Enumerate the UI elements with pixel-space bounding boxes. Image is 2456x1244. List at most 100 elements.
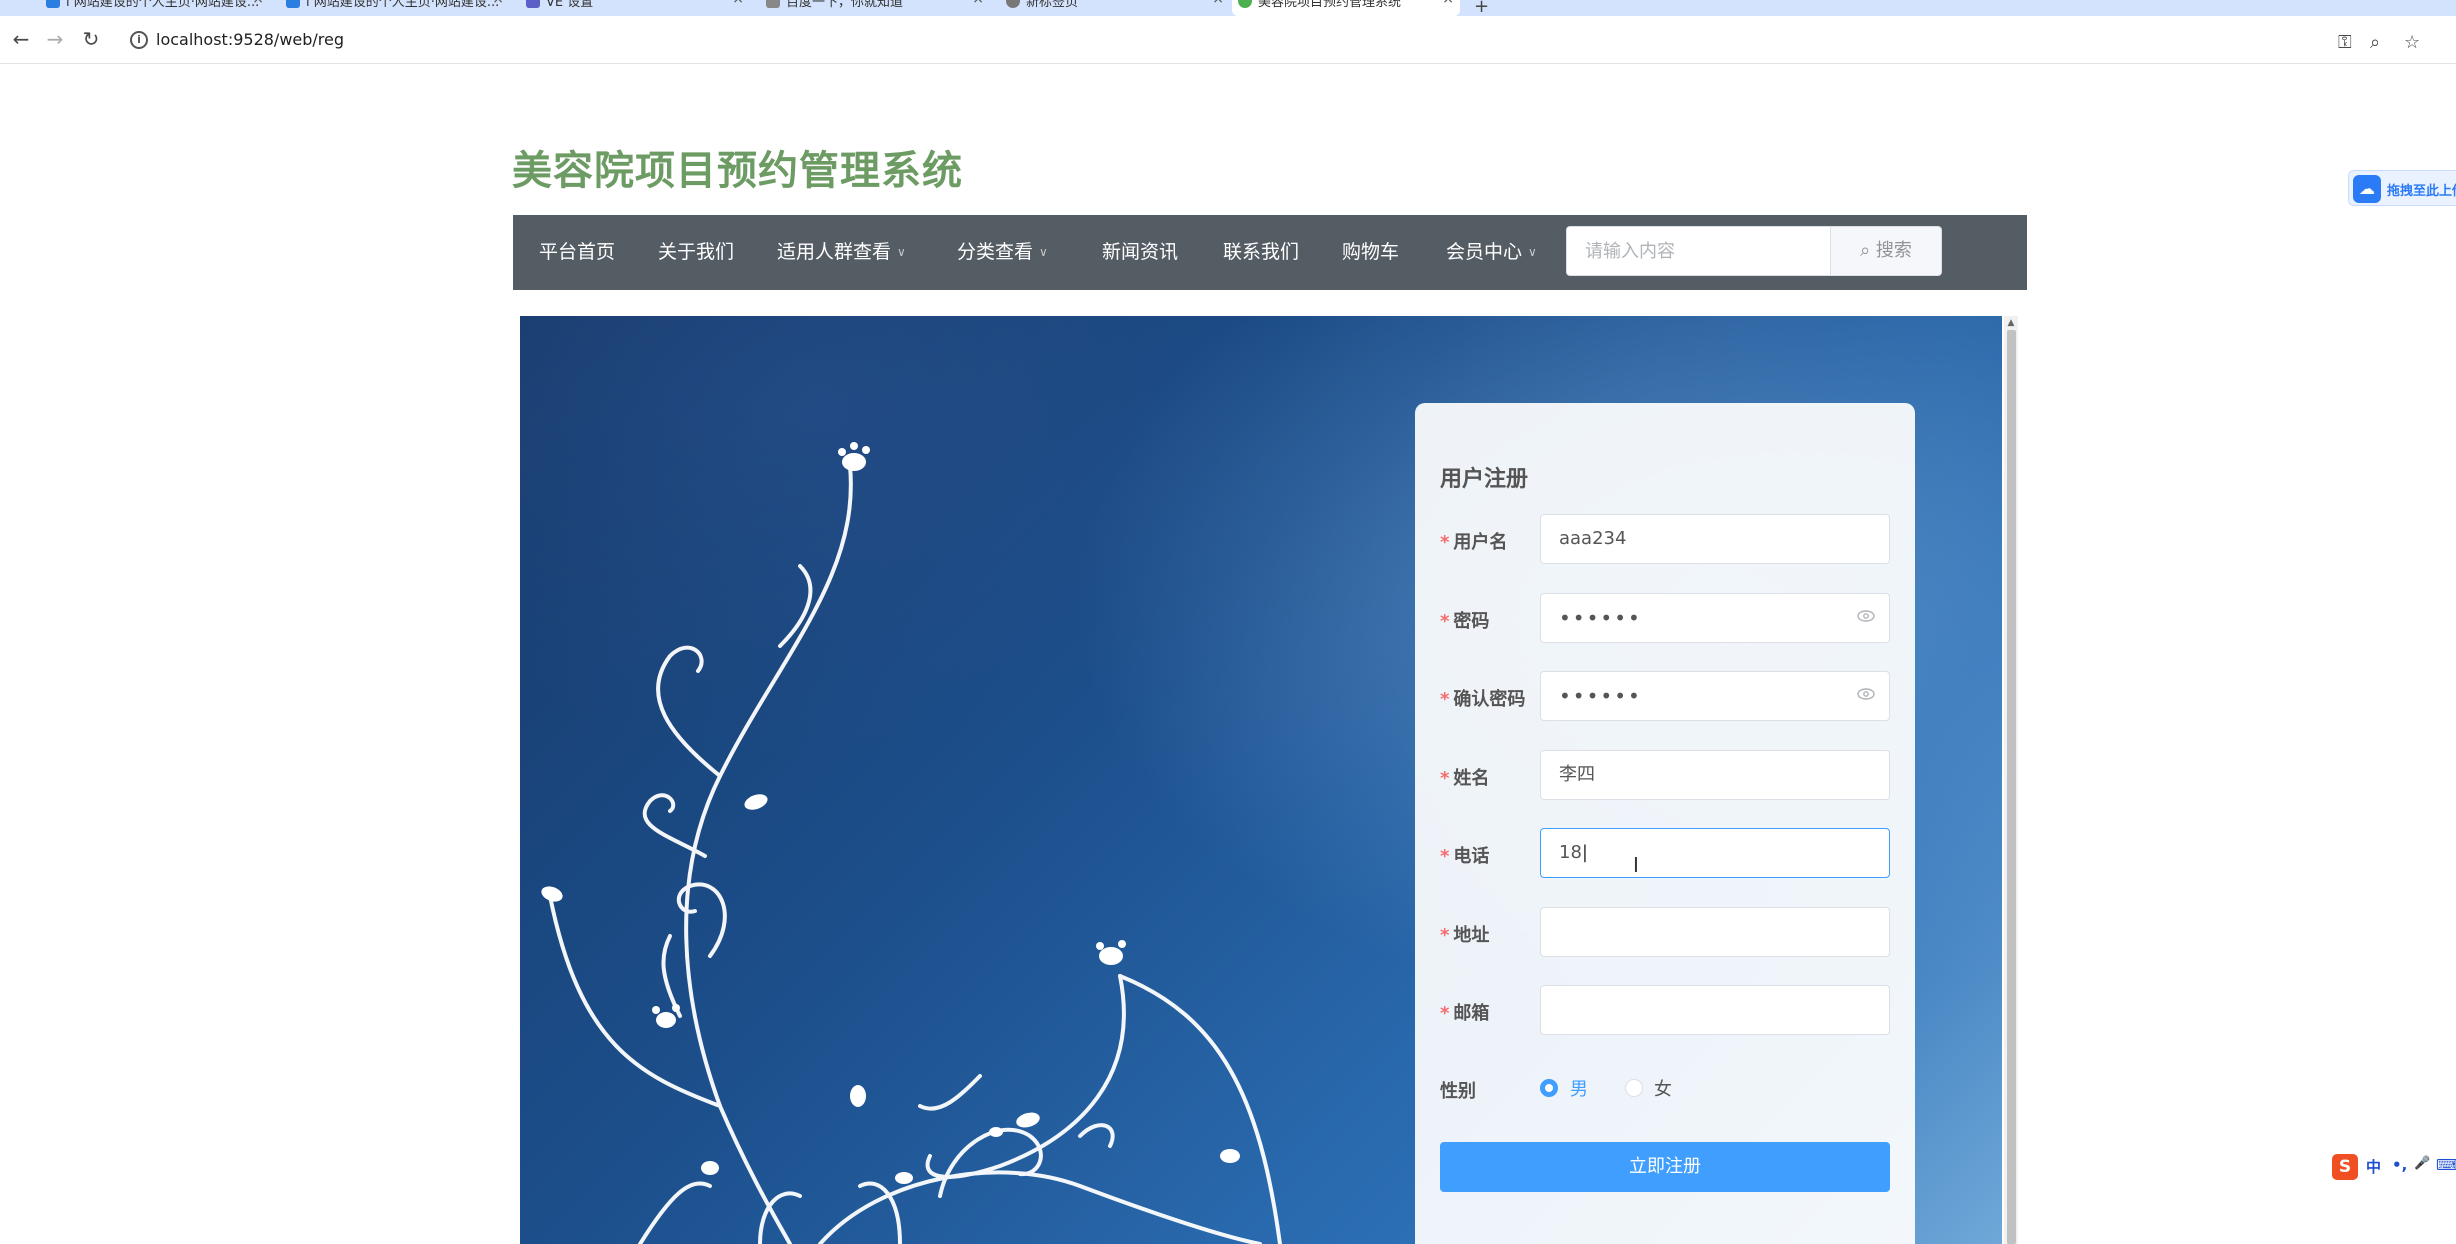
form-row-name: * 姓名 李四 [1415, 750, 1915, 800]
confirm-password-value: •••••• [1559, 684, 1642, 708]
confirm-password-input[interactable]: •••••• [1540, 671, 1890, 721]
nav-item-news[interactable]: 新闻资讯 [1102, 215, 1178, 290]
gender-male-label[interactable]: 男 [1570, 1075, 1588, 1101]
nav-item-about[interactable]: 关于我们 [658, 215, 734, 290]
nav-item-category[interactable]: 分类查看 ∨ [957, 215, 1048, 290]
form-row-gender: 性别 男 女 [1415, 1063, 1915, 1113]
tab-title: ⅰ 网站建设的个人主页·网站建设... [306, 0, 500, 10]
search-input[interactable] [1566, 226, 1830, 276]
ime-punctuation-icon[interactable]: •, [2392, 1156, 2407, 1174]
field-label: 性别 [1440, 1081, 1476, 1102]
tab-title: VE 设置 [546, 0, 594, 10]
email-input[interactable] [1540, 985, 1890, 1035]
form-title: 用户注册 [1440, 467, 1529, 492]
name-input[interactable]: 李四 [1540, 750, 1890, 800]
url-text[interactable]: localhost:9528/web/reg [156, 30, 344, 49]
tab-favicon-icon [766, 0, 780, 8]
site-info-icon[interactable]: i [130, 31, 148, 49]
register-form-card: 用户注册 * 用户名 aaa234 * 密码 •••••• * 确认密码 ••••••… [1415, 403, 1915, 1244]
field-label-text: 姓名 [1453, 768, 1490, 789]
ime-language-toggle[interactable]: 中 [2366, 1156, 2381, 1177]
text-caret: | [1581, 842, 1588, 863]
tab-close-icon[interactable]: × [1442, 0, 1454, 6]
cloud-upload-widget[interactable]: ☁ 拖拽至此上传 [2348, 170, 2456, 206]
nav-item-member[interactable]: 会员中心 ∨ [1446, 215, 1537, 290]
scrollbar-thumb[interactable] [2007, 330, 2016, 1244]
browser-tab-strip: ⅰ 网站建设的个人主页·网站建设... × ⅰ 网站建设的个人主页·网站建设..… [0, 0, 2456, 16]
site-title: 美容院项目预约管理系统 [512, 148, 963, 194]
form-row-email: * 邮箱 [1415, 985, 1915, 1035]
browser-tab[interactable]: VE 设置 × [520, 0, 750, 16]
username-input[interactable]: aaa234 [1540, 514, 1890, 564]
field-label-text: 确认密码 [1453, 689, 1526, 710]
field-label: * 用户名 [1440, 528, 1507, 554]
search-icon: ⌕ [1860, 240, 1871, 261]
nav-item-label: 分类查看 [957, 241, 1034, 263]
back-arrow-icon[interactable]: ← [8, 26, 34, 52]
text-cursor-icon: I [1633, 853, 1639, 877]
forward-arrow-icon[interactable]: → [42, 26, 68, 52]
chevron-down-icon: ∨ [897, 245, 906, 259]
tab-close-icon[interactable]: × [252, 0, 264, 6]
field-label: * 确认密码 [1440, 685, 1525, 711]
search-button[interactable]: ⌕ 搜索 [1830, 226, 1942, 276]
password-key-icon[interactable]: ⚿ [2338, 32, 2352, 53]
nav-item-cart[interactable]: 购物车 [1342, 215, 1399, 290]
browser-tab[interactable]: ⅰ 网站建设的个人主页·网站建设... × [280, 0, 510, 16]
tab-close-icon[interactable]: × [492, 0, 504, 6]
ime-mic-icon[interactable]: 🎤 [2414, 1156, 2430, 1171]
register-button[interactable]: 立即注册 [1440, 1142, 1890, 1192]
form-row-address: * 地址 [1415, 907, 1915, 957]
field-label-text: 密码 [1453, 611, 1490, 632]
password-input[interactable]: •••••• [1540, 593, 1890, 643]
browser-tab[interactable]: 新标签页 × [1000, 0, 1230, 16]
new-tab-icon[interactable]: + [1474, 0, 1489, 16]
browser-toolbar: ← → ↻ i localhost:9528/web/reg ⚿ ⌕ ☆ [0, 16, 2456, 64]
scroll-up-arrow-icon[interactable]: ▲ [2004, 316, 2018, 330]
phone-input[interactable]: 18| I [1540, 828, 1890, 878]
nav-item-contact[interactable]: 联系我们 [1223, 215, 1299, 290]
gender-female-radio[interactable] [1625, 1079, 1643, 1097]
bookmark-star-icon[interactable]: ☆ [2404, 32, 2420, 53]
nav-item-audience[interactable]: 适用人群查看 ∨ [777, 215, 906, 290]
ime-keyboard-icon[interactable]: ⌨ [2436, 1156, 2456, 1174]
browser-tab[interactable]: 百度一下，你就知道 × [760, 0, 990, 16]
address-input[interactable] [1540, 907, 1890, 957]
gender-female-label[interactable]: 女 [1654, 1075, 1672, 1101]
cloud-icon: ☁ [2353, 175, 2381, 203]
zoom-icon[interactable]: ⌕ [2370, 32, 2380, 53]
eye-icon[interactable] [1857, 610, 1875, 622]
tab-close-icon[interactable]: × [732, 0, 744, 6]
field-label: * 电话 [1440, 842, 1489, 868]
ime-logo-icon[interactable]: S [2332, 1154, 2358, 1180]
field-label: * 密码 [1440, 607, 1489, 633]
required-mark: * [1440, 611, 1450, 632]
reload-icon[interactable]: ↻ [78, 26, 104, 52]
nav-item-label: 平台首页 [539, 241, 616, 263]
gender-male-radio[interactable] [1540, 1079, 1558, 1097]
search-button-label: 搜索 [1875, 240, 1912, 261]
tab-favicon-icon [286, 0, 300, 8]
form-row-phone: * 电话 18| I [1415, 828, 1915, 878]
upload-widget-text: 拖拽至此上传 [2387, 184, 2456, 199]
nav-item-label: 新闻资讯 [1102, 241, 1179, 263]
nav-item-label: 适用人群查看 [777, 241, 892, 263]
tab-favicon-icon [46, 0, 60, 8]
tab-title: 美容院项目预约管理系统 [1258, 0, 1402, 10]
eye-icon[interactable] [1857, 688, 1875, 700]
field-label-text: 地址 [1453, 925, 1490, 946]
browser-tab[interactable]: ⅰ 网站建设的个人主页·网站建设... × [40, 0, 270, 16]
ime-toolbar: S 中 •, 🎤 ⌨ [2330, 1152, 2456, 1182]
tab-title: 百度一下，你就知道 [786, 0, 904, 10]
browser-tab-active[interactable]: 美容院项目预约管理系统 × [1232, 0, 1460, 16]
nav-item-home[interactable]: 平台首页 [539, 215, 615, 290]
tab-close-icon[interactable]: × [1212, 0, 1224, 6]
nav-search: ⌕ 搜索 [1566, 226, 1942, 276]
address-bar[interactable]: i localhost:9528/web/reg [118, 22, 2418, 58]
tab-close-icon[interactable]: × [972, 0, 984, 6]
field-label: * 邮箱 [1440, 999, 1489, 1025]
form-row-confirm-password: * 确认密码 •••••• [1415, 671, 1915, 721]
main-navbar: 平台首页 关于我们 适用人群查看 ∨ 分类查看 ∨ 新闻资讯 联系我们 购物车 会员… [513, 215, 2027, 290]
nav-item-label: 联系我们 [1223, 241, 1300, 263]
required-mark: * [1440, 925, 1450, 946]
